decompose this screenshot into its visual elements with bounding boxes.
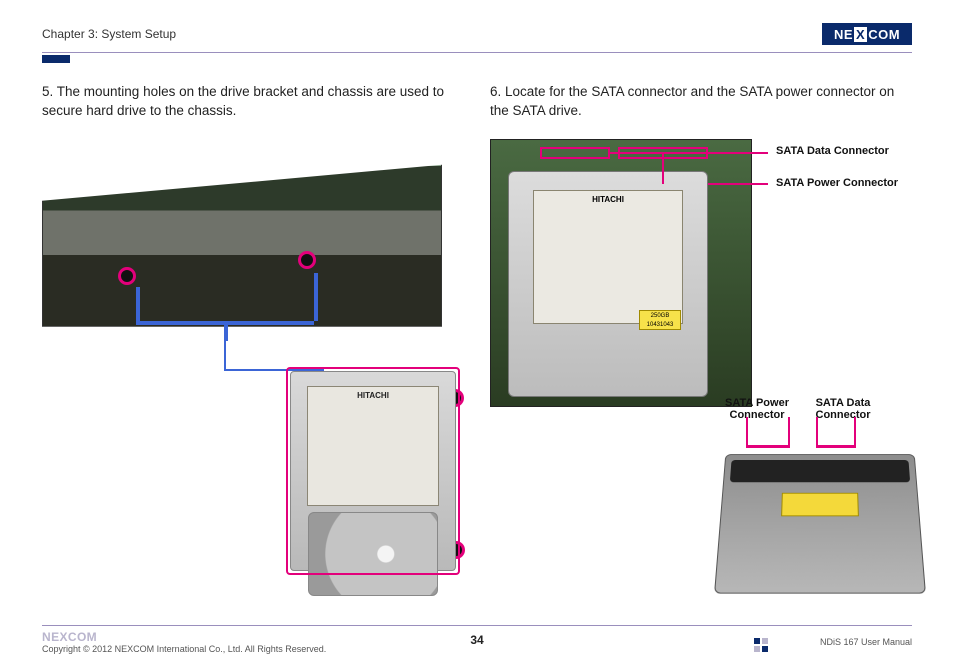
footer-decoration-icon bbox=[754, 638, 774, 652]
sata-edge-icon bbox=[730, 460, 910, 482]
chapter-title: Chapter 3: System Setup bbox=[42, 27, 176, 41]
figure-sata-connectors: HITACHI 250GB 10431043 SATA Data Connect… bbox=[490, 139, 910, 609]
callout-sata-data: SATA Data Connector bbox=[776, 145, 889, 157]
capacity-sticker: 250GB 10431043 bbox=[639, 310, 681, 330]
hdd-highlight-box bbox=[286, 367, 460, 575]
screw-marker-icon bbox=[118, 267, 136, 285]
bracket-leader-line bbox=[136, 287, 140, 321]
leader-line bbox=[854, 417, 856, 447]
sata-data-marker bbox=[816, 445, 856, 448]
screw-marker-icon bbox=[298, 251, 316, 269]
hard-drive-angled-image bbox=[714, 454, 926, 594]
step-6-text: 6. Locate for the SATA connector and the… bbox=[490, 83, 912, 121]
bracket-leader-line bbox=[224, 321, 228, 341]
step-5-text: 5. The mounting holes on the drive brack… bbox=[42, 83, 464, 121]
sticker-capacity: 250GB bbox=[640, 312, 680, 321]
leader-line bbox=[816, 417, 818, 447]
sata-power-marker bbox=[746, 445, 790, 448]
hdd-label: HITACHI bbox=[533, 190, 683, 324]
brand-logo: NEXCOM bbox=[822, 23, 912, 45]
hard-drive-top-image: HITACHI 250GB 10431043 bbox=[508, 171, 708, 397]
figure-mounting-holes: HITACHI bbox=[42, 139, 462, 599]
sticker-serial: 10431043 bbox=[640, 321, 680, 330]
manual-title: NDiS 167 User Manual bbox=[820, 637, 912, 647]
callout-sata-power: SATA Power Connector bbox=[776, 177, 898, 189]
yellow-label-icon bbox=[781, 493, 859, 517]
callout-sata-power-2: SATA Power Connector bbox=[722, 397, 792, 421]
copyright-text: Copyright © 2012 NEXCOM International Co… bbox=[42, 644, 326, 654]
leader-line bbox=[662, 152, 664, 184]
leader-line bbox=[610, 152, 768, 154]
sata-data-highlight bbox=[540, 147, 610, 159]
page-footer: NEXCOM Copyright © 2012 NEXCOM Internati… bbox=[42, 625, 912, 654]
chassis-image bbox=[42, 147, 442, 327]
page-number: 34 bbox=[470, 633, 483, 647]
leader-line bbox=[708, 183, 768, 185]
hdd-brand: HITACHI bbox=[538, 195, 678, 204]
header-rule bbox=[42, 52, 912, 53]
header-tab bbox=[42, 55, 70, 63]
leader-line bbox=[746, 417, 748, 447]
footer-logo: NEXCOM bbox=[42, 630, 326, 644]
leader-line bbox=[788, 417, 790, 447]
callout-sata-data-2: SATA Data Connector bbox=[808, 397, 878, 421]
bracket-leader-line bbox=[314, 273, 318, 321]
